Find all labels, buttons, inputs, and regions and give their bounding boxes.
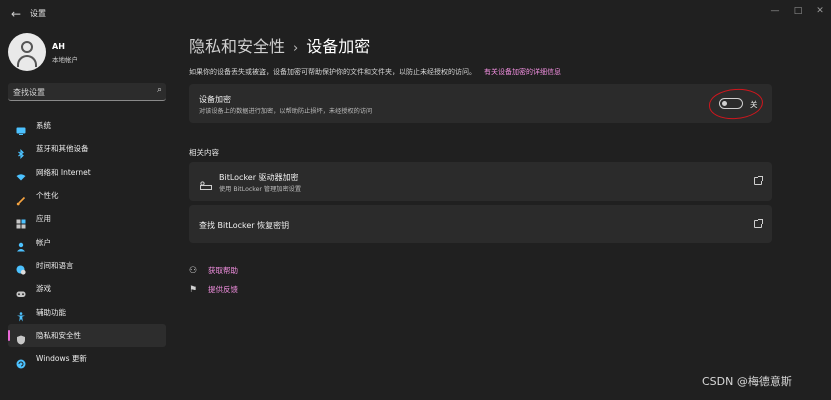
watermark: CSDN @梅德意斯 — [702, 375, 792, 388]
update-icon — [16, 354, 26, 369]
title-bar: ← 设置 — □ ✕ — [0, 0, 831, 28]
apps-icon — [16, 214, 26, 229]
sidebar-item-bluetooth[interactable]: 蓝牙和其他设备 — [8, 137, 166, 160]
search-box: ⌕ — [8, 83, 166, 101]
card-title: BitLocker 驱动器加密 — [219, 173, 299, 182]
maximize-icon[interactable]: □ — [789, 4, 807, 18]
brush-icon — [16, 191, 26, 205]
encryption-toggle[interactable] — [719, 98, 743, 109]
breadcrumb: 隐私和安全性 › 设备加密 — [189, 33, 370, 57]
sidebar-item-windows-update[interactable]: Windows 更新 — [8, 347, 166, 370]
device-encryption-card: 设备加密 对该设备上的数据进行加密，以帮助防止损坏，未经授权的访问 关 — [189, 84, 772, 123]
back-arrow-icon[interactable]: ← — [8, 6, 24, 22]
avatar — [8, 33, 46, 71]
app-title: 设置 — [30, 9, 46, 18]
bluetooth-icon — [16, 144, 26, 159]
sidebar-item-label: Windows 更新 — [36, 354, 87, 364]
globe-clock-icon — [16, 260, 26, 276]
bitlocker-card[interactable]: BitLocker 驱动器加密 使用 BitLocker 管理加密设置 — [189, 162, 772, 201]
sidebar-item-apps[interactable]: 应用 — [8, 207, 166, 230]
description-text: 如果你的设备丢失或被盗，设备加密可帮助保护你的文件和文件夹，以防止未经授权的访问… — [189, 68, 476, 76]
card-subtitle: 对该设备上的数据进行加密，以帮助防止损坏，未经授权的访问 — [199, 108, 373, 115]
user-profile[interactable]: AH 本地帐户 — [8, 33, 168, 73]
sidebar-item-label: 时间和语言 — [36, 260, 74, 270]
card-title: 查找 BitLocker 恢复密钥 — [199, 221, 290, 230]
sidebar-item-privacy-security[interactable]: 隐私和安全性 — [8, 323, 166, 347]
person-icon — [16, 237, 26, 252]
learn-more-link[interactable]: 有关设备加密的详细信息 — [484, 68, 561, 76]
sidebar-item-accounts[interactable]: 帐户 — [8, 230, 166, 253]
sidebar-item-accessibility[interactable]: 辅助功能 — [8, 300, 166, 323]
feedback-link[interactable]: ⚑ 提供反馈 — [189, 284, 238, 295]
sidebar-item-label: 网络和 Internet — [36, 167, 91, 177]
accessibility-icon — [16, 307, 26, 322]
toggle-state-label: 关 — [750, 100, 758, 109]
page-description: 如果你的设备丢失或被盗，设备加密可帮助保护你的文件和文件夹，以防止未经授权的访问… — [189, 67, 561, 77]
profile-account-type: 本地帐户 — [52, 56, 78, 64]
profile-name: AH — [52, 42, 65, 51]
sidebar-item-label: 蓝牙和其他设备 — [36, 144, 89, 154]
sidebar-item-label: 系统 — [36, 121, 51, 131]
help-icon: ⚇ — [189, 266, 198, 276]
sidebar-item-label: 应用 — [36, 214, 51, 224]
search-icon[interactable]: ⌕ — [157, 85, 162, 95]
recovery-key-card[interactable]: 查找 BitLocker 恢复密钥 — [189, 205, 772, 243]
external-link-icon — [754, 219, 763, 228]
page-title: 设备加密 — [306, 37, 371, 56]
breadcrumb-parent[interactable]: 隐私和安全性 — [189, 37, 285, 56]
feedback-label: 提供反馈 — [208, 285, 238, 294]
sidebar-item-label: 隐私和安全性 — [36, 330, 81, 340]
sidebar-item-system[interactable]: 系统 — [8, 114, 166, 137]
sidebar-nav: 系统 蓝牙和其他设备 网络和 Internet 个性化 应用 帐户 时间和语言 … — [8, 114, 166, 370]
feedback-icon: ⚑ — [189, 285, 198, 295]
external-link-icon — [754, 176, 763, 185]
sidebar-item-network[interactable]: 网络和 Internet — [8, 161, 166, 184]
card-title: 设备加密 — [199, 95, 231, 104]
minimize-icon[interactable]: — — [766, 4, 784, 18]
sidebar-item-label: 帐户 — [36, 237, 51, 247]
shield-icon — [16, 330, 26, 345]
sidebar-item-label: 游戏 — [36, 284, 51, 294]
wifi-icon — [16, 167, 26, 181]
related-content-heading: 相关内容 — [189, 148, 219, 157]
key-drive-icon — [200, 176, 212, 195]
sidebar-item-label: 辅助功能 — [36, 307, 66, 317]
get-help-label: 获取帮助 — [208, 266, 238, 275]
sidebar-item-time-language[interactable]: 时间和语言 — [8, 254, 166, 277]
close-icon[interactable]: ✕ — [811, 4, 829, 18]
get-help-link[interactable]: ⚇ 获取帮助 — [189, 265, 238, 276]
card-subtitle: 使用 BitLocker 管理加密设置 — [219, 186, 302, 193]
sidebar-item-label: 个性化 — [36, 191, 59, 201]
search-input[interactable] — [8, 83, 148, 101]
sidebar-item-gaming[interactable]: 游戏 — [8, 277, 166, 300]
breadcrumb-separator: › — [293, 41, 299, 56]
gamepad-icon — [16, 284, 26, 297]
sidebar-item-personalization[interactable]: 个性化 — [8, 184, 166, 207]
monitor-icon — [16, 121, 26, 135]
